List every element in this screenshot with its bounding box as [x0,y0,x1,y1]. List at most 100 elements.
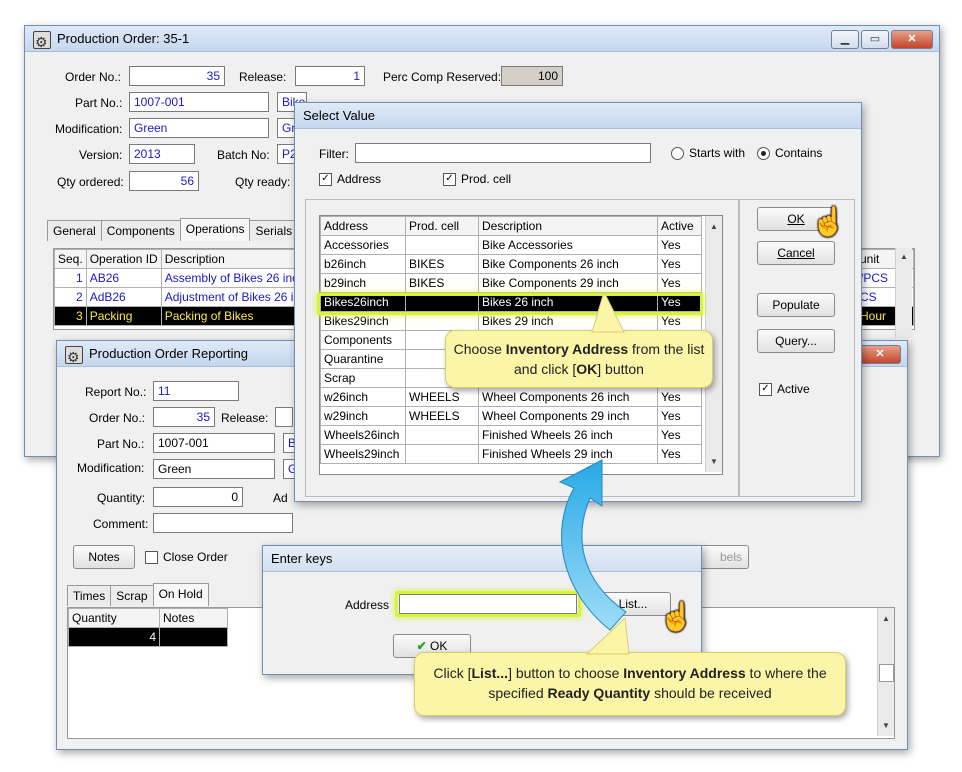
part-no-field[interactable]: 1007-001 [129,92,269,112]
list-item[interactable]: b26inch BIKES Bike Components 26 inch Yes [320,254,702,274]
address-label-partial: Ad [273,491,288,505]
release-field[interactable]: 1 [295,66,365,86]
cell-active: Yes [657,235,702,255]
cell-address: w29inch [320,406,406,426]
reporting-title: Production Order Reporting [89,346,248,361]
modification-field[interactable]: Green [153,459,275,479]
cell-address: w26inch [320,387,406,407]
report-no-field[interactable]: 11 [153,381,239,401]
window-controls: ▁ ▭ ✕ [829,30,933,49]
close-order-checkbox[interactable] [145,551,158,564]
op-id: AB26 [85,268,162,288]
quantity-field[interactable]: 0 [153,487,243,507]
cell-address: Wheels29inch [320,444,406,464]
cell-address: Quarantine [320,349,406,369]
pointer-hand-icon: ☝ [811,206,846,237]
contains-label: Contains [775,146,823,160]
cancel-button[interactable]: Cancel [757,241,835,265]
prodcell-checkbox[interactable]: ✓ [443,173,456,186]
main-tabs: General Components Operations Serials [47,218,299,241]
tab-on-hold[interactable]: On Hold [152,583,209,606]
callout-bold: Ready Quantity [547,685,651,701]
cell-address: Scrap [320,368,406,388]
scroll-up-icon[interactable]: ▲ [900,252,908,261]
part-no-field[interactable]: 1007-001 [153,433,275,453]
version-label: Version: [79,148,123,162]
col-quantity: Quantity [68,608,160,628]
ok-label: OK [430,639,448,653]
scroll-thumb[interactable] [879,664,894,682]
tab-general[interactable]: General [47,220,102,241]
enter-keys-title: Enter keys [271,551,333,566]
maximize-button[interactable]: ▭ [861,30,889,49]
version-field[interactable]: 2013 [129,144,195,164]
on-hold-scrollbar[interactable]: ▲ ▼ [877,608,894,736]
cell-address: Accessories [320,235,406,255]
part-no-label: Part No.: [97,437,145,451]
list-item[interactable]: Accessories Bike Accessories Yes [320,235,702,255]
op-id: AdB26 [85,287,162,307]
cell-cell: BIKES [405,254,479,274]
tab-components[interactable]: Components [100,220,181,241]
comment-field[interactable] [153,513,293,533]
minimize-button[interactable]: ▁ [831,30,859,49]
close-order-label: Close Order [163,550,228,564]
operations-grid: Seq. Operation ID Description 1 AB26 Ass… [53,248,305,330]
table-row[interactable]: 1 AB26 Assembly of Bikes 26 inch [54,268,304,288]
starts-with-label: Starts with [689,146,746,160]
close-button[interactable]: ✕ [891,30,933,49]
tab-times[interactable]: Times [67,585,112,606]
scroll-up-icon[interactable]: ▲ [710,222,718,231]
filter-input[interactable] [355,143,651,163]
callout-text: ] button to choose [508,665,624,681]
cell-active: Yes [657,254,702,274]
scroll-up-icon[interactable]: ▲ [882,614,890,623]
scroll-down-icon[interactable]: ▼ [882,721,890,730]
cell-cell: WHEELS [405,387,479,407]
cell-address: b29inch [320,273,406,293]
perc-comp-label: Perc Comp Reserved: [383,70,502,84]
close-button[interactable]: ✕ [859,345,901,364]
scroll-down-icon[interactable]: ▼ [710,457,718,466]
list-item[interactable]: b29inch BIKES Bike Components 29 inch Yes [320,273,702,293]
tab-scrap[interactable]: Scrap [110,585,154,606]
callout-bold: OK [576,361,598,377]
select-value-titlebar[interactable]: Select Value [295,103,861,129]
query-button[interactable]: Query... [757,329,835,353]
production-order-title: Production Order: 35-1 [57,31,190,46]
address-checkbox[interactable]: ✓ [319,173,332,186]
callout-bold: Inventory Address [505,341,629,357]
order-no-field[interactable]: 35 [153,407,215,427]
populate-button[interactable]: Populate [757,293,835,317]
release-label: Release: [239,70,287,84]
qty-ordered-field[interactable]: 56 [129,171,199,191]
active-checkbox[interactable]: ✓ [759,383,772,396]
operations-scrollbar[interactable]: ▲ [895,248,912,338]
order-no-field[interactable]: 35 [129,66,225,86]
hold-notes [159,627,228,647]
release-field[interactable] [275,407,293,427]
col-description: Description [478,216,658,236]
production-order-titlebar[interactable]: Production Order: 35-1 ▁ ▭ ✕ [25,26,939,55]
tab-serials[interactable]: Serials [249,220,299,241]
tab-operations[interactable]: Operations [179,218,251,241]
perc-comp-field: 100 [501,66,563,86]
op-seq: 2 [54,287,87,307]
op-seq: 3 [54,306,87,326]
modification-field[interactable]: Green [129,118,269,138]
col-address: Address [320,216,406,236]
callout-pointer [585,618,630,655]
filter-label: Filter: [319,147,349,161]
starts-with-radio[interactable] [671,147,684,160]
table-row[interactable]: 2 AdB26 Adjustment of Bikes 26 in [54,287,304,307]
contains-radio[interactable] [757,147,770,160]
callout-text: Click [ [433,665,472,681]
modification-label: Modification: [55,122,123,136]
cell-cell [405,235,479,255]
callout-text: Choose [453,341,506,357]
notes-button[interactable]: Notes [73,545,135,569]
table-row[interactable]: 4 [68,627,228,647]
table-row-selected[interactable]: 3 Packing Packing of Bikes [54,306,304,326]
callout-text: ] button [597,361,644,377]
col-active: Active [657,216,702,236]
